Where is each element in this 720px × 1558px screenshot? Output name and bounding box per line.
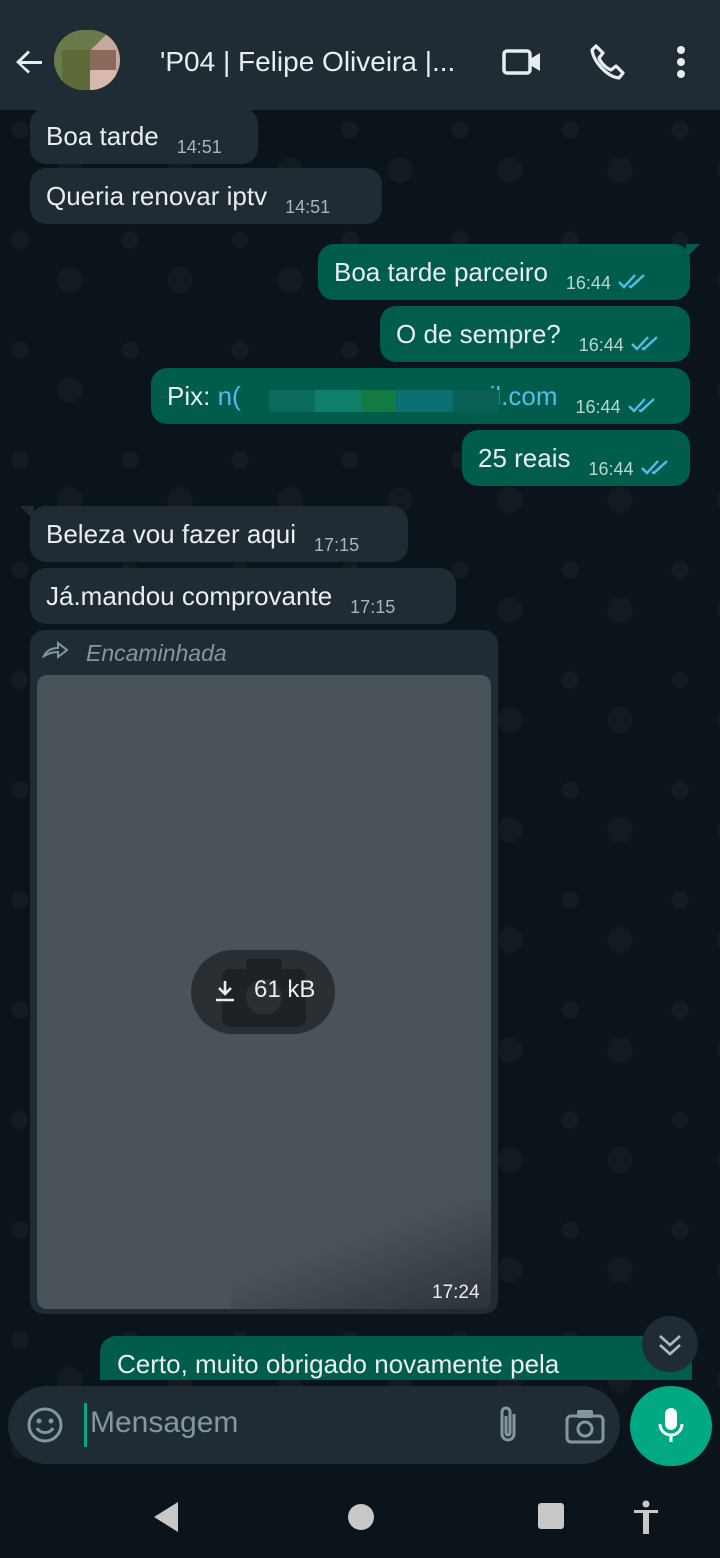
message-text: 25 reais (478, 443, 571, 473)
forwarded-label: Encaminhada (86, 640, 227, 666)
chat-title[interactable]: 'P04 | Felipe Oliveira |... (160, 44, 470, 80)
message-outgoing[interactable]: Pix: n(nail.com 16:44 (151, 368, 690, 424)
microphone-button[interactable] (630, 1386, 712, 1466)
paperclip-icon[interactable] (490, 1404, 526, 1448)
nav-home-icon[interactable] (348, 1504, 374, 1530)
read-ticks-icon (627, 398, 655, 413)
message-text: Já.mandou comprovante (46, 581, 333, 611)
message-time: 16:44 (588, 459, 634, 479)
message-time: 16:44 (575, 397, 621, 417)
arrow-left-icon[interactable] (12, 44, 48, 80)
scroll-to-bottom-button[interactable] (642, 1316, 698, 1372)
message-text: Boa tarde (46, 121, 159, 151)
read-ticks-icon (640, 460, 668, 475)
message-incoming[interactable]: Queria renovar iptv 14:51 (30, 168, 382, 224)
text-caret (84, 1403, 87, 1447)
pix-prefix: Pix: (167, 381, 218, 411)
message-time: 16:44 (565, 273, 611, 293)
avatar[interactable] (54, 30, 120, 90)
read-ticks-icon (630, 336, 658, 351)
message-time: 17:15 (314, 535, 360, 555)
message-text: Boa tarde parceiro (334, 257, 548, 287)
phone-icon[interactable] (586, 40, 630, 84)
read-ticks-icon (618, 274, 645, 289)
emoji-icon[interactable] (26, 1406, 64, 1444)
microphone-icon (658, 1408, 684, 1442)
message-text: Queria renovar iptv (46, 181, 268, 211)
message-time: 17:15 (350, 597, 396, 617)
video-camera-icon[interactable] (500, 40, 544, 84)
message-time: 14:51 (285, 197, 331, 217)
message-outgoing[interactable]: 25 reais 16:44 (462, 430, 690, 486)
email-link-start[interactable]: n( (218, 381, 241, 411)
more-vertical-icon[interactable] (660, 40, 704, 84)
message-outgoing[interactable]: Boa tarde parceiro 16:44 (318, 244, 700, 300)
message-incoming[interactable]: Boa tarde 14:51 (30, 108, 258, 164)
message-incoming[interactable]: Beleza vou fazer aqui 17:15 (20, 506, 408, 562)
forward-arrow-icon (42, 640, 69, 660)
accessibility-icon[interactable] (632, 1500, 660, 1534)
message-time: 16:44 (578, 335, 624, 355)
message-time: 14:51 (176, 137, 222, 157)
message-input[interactable]: Mensagem (90, 1406, 238, 1440)
message-text: O de sempre? (396, 319, 561, 349)
message-outgoing[interactable]: O de sempre? 16:44 (380, 306, 690, 362)
redaction-overlay (269, 390, 499, 412)
message-outgoing-partial[interactable]: Certo, muito obrigado novamente pela (100, 1336, 692, 1380)
message-text: Beleza vou fazer aqui (46, 519, 297, 549)
image-time: 17:24 (432, 1282, 480, 1303)
chat-header: 'P04 | Felipe Oliveira |... (0, 0, 720, 110)
double-chevron-down-icon (659, 1335, 681, 1356)
nav-back-icon[interactable] (152, 1500, 182, 1534)
message-text: Certo, muito obrigado novamente pela (117, 1349, 560, 1379)
message-incoming[interactable]: Já.mandou comprovante 17:15 (30, 568, 456, 624)
download-size: 61 kB (254, 976, 316, 1003)
download-icon (216, 981, 234, 1002)
nav-recents-icon[interactable] (538, 1503, 564, 1529)
camera-icon[interactable] (564, 1406, 606, 1446)
